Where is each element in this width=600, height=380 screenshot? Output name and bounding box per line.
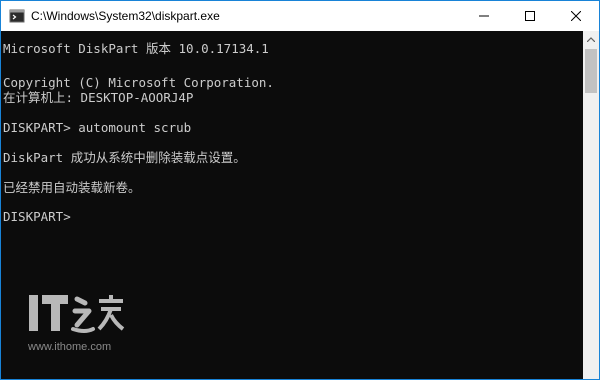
window-title: C:\Windows\System32\diskpart.exe: [31, 9, 220, 23]
minimize-icon: [479, 15, 489, 17]
scroll-up-arrow-icon: [587, 37, 595, 42]
title-bar[interactable]: C:\Windows\System32\diskpart.exe: [1, 1, 599, 31]
console-line-command: DISKPART> automount scrub: [3, 120, 192, 135]
maximize-button[interactable]: [507, 1, 553, 31]
console-app-icon[interactable]: [9, 8, 25, 24]
scroll-up-button[interactable]: [583, 31, 599, 48]
console-window: C:\Windows\System32\diskpart.exe Microso…: [0, 0, 600, 380]
maximize-icon: [525, 11, 535, 21]
close-icon: [571, 11, 581, 21]
console-prompt: DISKPART>: [3, 209, 71, 224]
console-line-copyright: Copyright (C) Microsoft Corporation.: [3, 75, 274, 90]
console-line-status: 已经禁用自动装载新卷。: [3, 180, 141, 195]
minimize-button[interactable]: [461, 1, 507, 31]
watermark: www.ithome.com: [27, 289, 137, 359]
console-line-result: DiskPart 成功从系统中删除装载点设置。: [3, 150, 246, 165]
close-button[interactable]: [553, 1, 599, 31]
vertical-scrollbar[interactable]: [583, 31, 599, 379]
watermark-url: www.ithome.com: [28, 341, 112, 353]
ithome-logo: [29, 295, 125, 333]
console-line-computer: 在计算机上: DESKTOP-AOORJ4P: [3, 90, 194, 105]
console-line-version: Microsoft DiskPart 版本 10.0.17134.1: [3, 41, 269, 56]
scroll-thumb[interactable]: [585, 49, 597, 93]
